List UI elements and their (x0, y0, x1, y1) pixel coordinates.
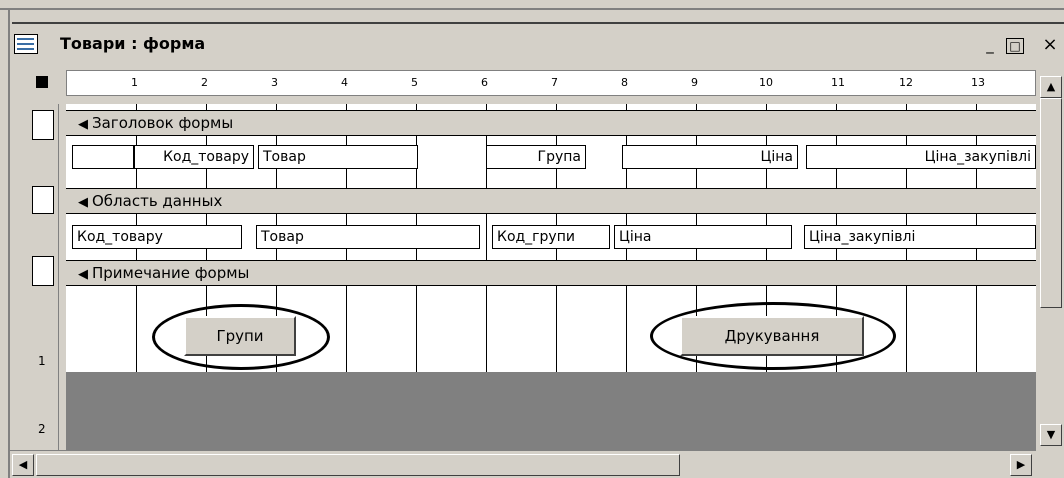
label-kod-tovaru[interactable]: Код_товару (134, 145, 254, 169)
ruler-mark: 3 (271, 76, 278, 89)
scroll-right-button[interactable]: ▶ (1010, 454, 1032, 476)
scroll-left-button[interactable]: ◀ (12, 454, 34, 476)
minimize-button[interactable]: _ (980, 36, 1000, 54)
ruler-mark: 10 (759, 76, 773, 89)
form-footer-bar[interactable]: ◀ Примечание формы (66, 260, 1036, 286)
window-top-border (0, 8, 1064, 10)
ruler-mark: 11 (831, 76, 845, 89)
section-title: Примечание формы (92, 264, 250, 282)
header-unbound-box[interactable] (72, 145, 134, 169)
section-arrow-icon: ◀ (78, 117, 88, 132)
ruler-mark: 8 (621, 76, 628, 89)
ruler-mark: 7 (551, 76, 558, 89)
close-button[interactable]: × (1040, 36, 1060, 54)
scroll-thumb[interactable] (36, 454, 680, 476)
ruler-mark: 4 (341, 76, 348, 89)
label-hrupa[interactable]: Група (486, 145, 586, 169)
detail-section-label: ◀ Область данных (78, 192, 222, 210)
ruler-mark: 1 (131, 76, 138, 89)
maximize-button[interactable]: □ (1006, 38, 1024, 54)
scroll-up-button[interactable]: ▲ (1040, 76, 1062, 98)
titlebar-border (12, 22, 1064, 24)
footer-section-selector[interactable] (32, 256, 54, 286)
label-tovar[interactable]: Товар (258, 145, 418, 169)
label-tsina[interactable]: Ціна (622, 145, 798, 169)
label-tsina-zakupivli[interactable]: Ціна_закупівлі (806, 145, 1036, 169)
form-selector[interactable] (36, 76, 48, 88)
field-tsina[interactable]: Ціна (614, 225, 792, 249)
scroll-down-button[interactable]: ▼ (1040, 424, 1062, 446)
section-title: Заголовок формы (92, 114, 234, 132)
ruler-mark: 2 (201, 76, 208, 89)
field-tsina-zakupivli[interactable]: Ціна_закупівлі (804, 225, 1036, 249)
ruler-mark: 2 (38, 422, 46, 436)
field-tovar[interactable]: Товар (256, 225, 480, 249)
section-arrow-icon: ◀ (78, 195, 88, 210)
horizontal-ruler[interactable]: 1 2 3 4 5 6 7 8 9 10 11 12 13 (66, 70, 1036, 96)
scroll-thumb[interactable] (1040, 98, 1062, 308)
field-kod-tovaru[interactable]: Код_товару (72, 225, 242, 249)
header-section-selector[interactable] (32, 110, 54, 140)
window-title: Товари : форма (60, 34, 206, 53)
form-icon (14, 34, 38, 54)
detail-section-bar[interactable]: ◀ Область данных (66, 188, 1036, 214)
ruler-mark: 5 (411, 76, 418, 89)
ruler-mark: 12 (899, 76, 913, 89)
form-header-bar[interactable]: ◀ Заголовок формы (66, 110, 1036, 136)
ruler-mark: 13 (971, 76, 985, 89)
ruler-mark: 6 (481, 76, 488, 89)
form-footer-label: ◀ Примечание формы (78, 264, 249, 282)
ruler-mark: 1 (38, 354, 46, 368)
highlight-ellipse (152, 304, 330, 370)
form-header-label: ◀ Заголовок формы (78, 114, 233, 132)
field-kod-hrupy[interactable]: Код_групи (492, 225, 610, 249)
highlight-ellipse (650, 302, 896, 370)
detail-section-selector[interactable] (32, 186, 54, 214)
section-arrow-icon: ◀ (78, 267, 88, 282)
section-title: Область данных (92, 192, 223, 210)
ruler-mark: 9 (691, 76, 698, 89)
empty-area (66, 372, 1036, 450)
